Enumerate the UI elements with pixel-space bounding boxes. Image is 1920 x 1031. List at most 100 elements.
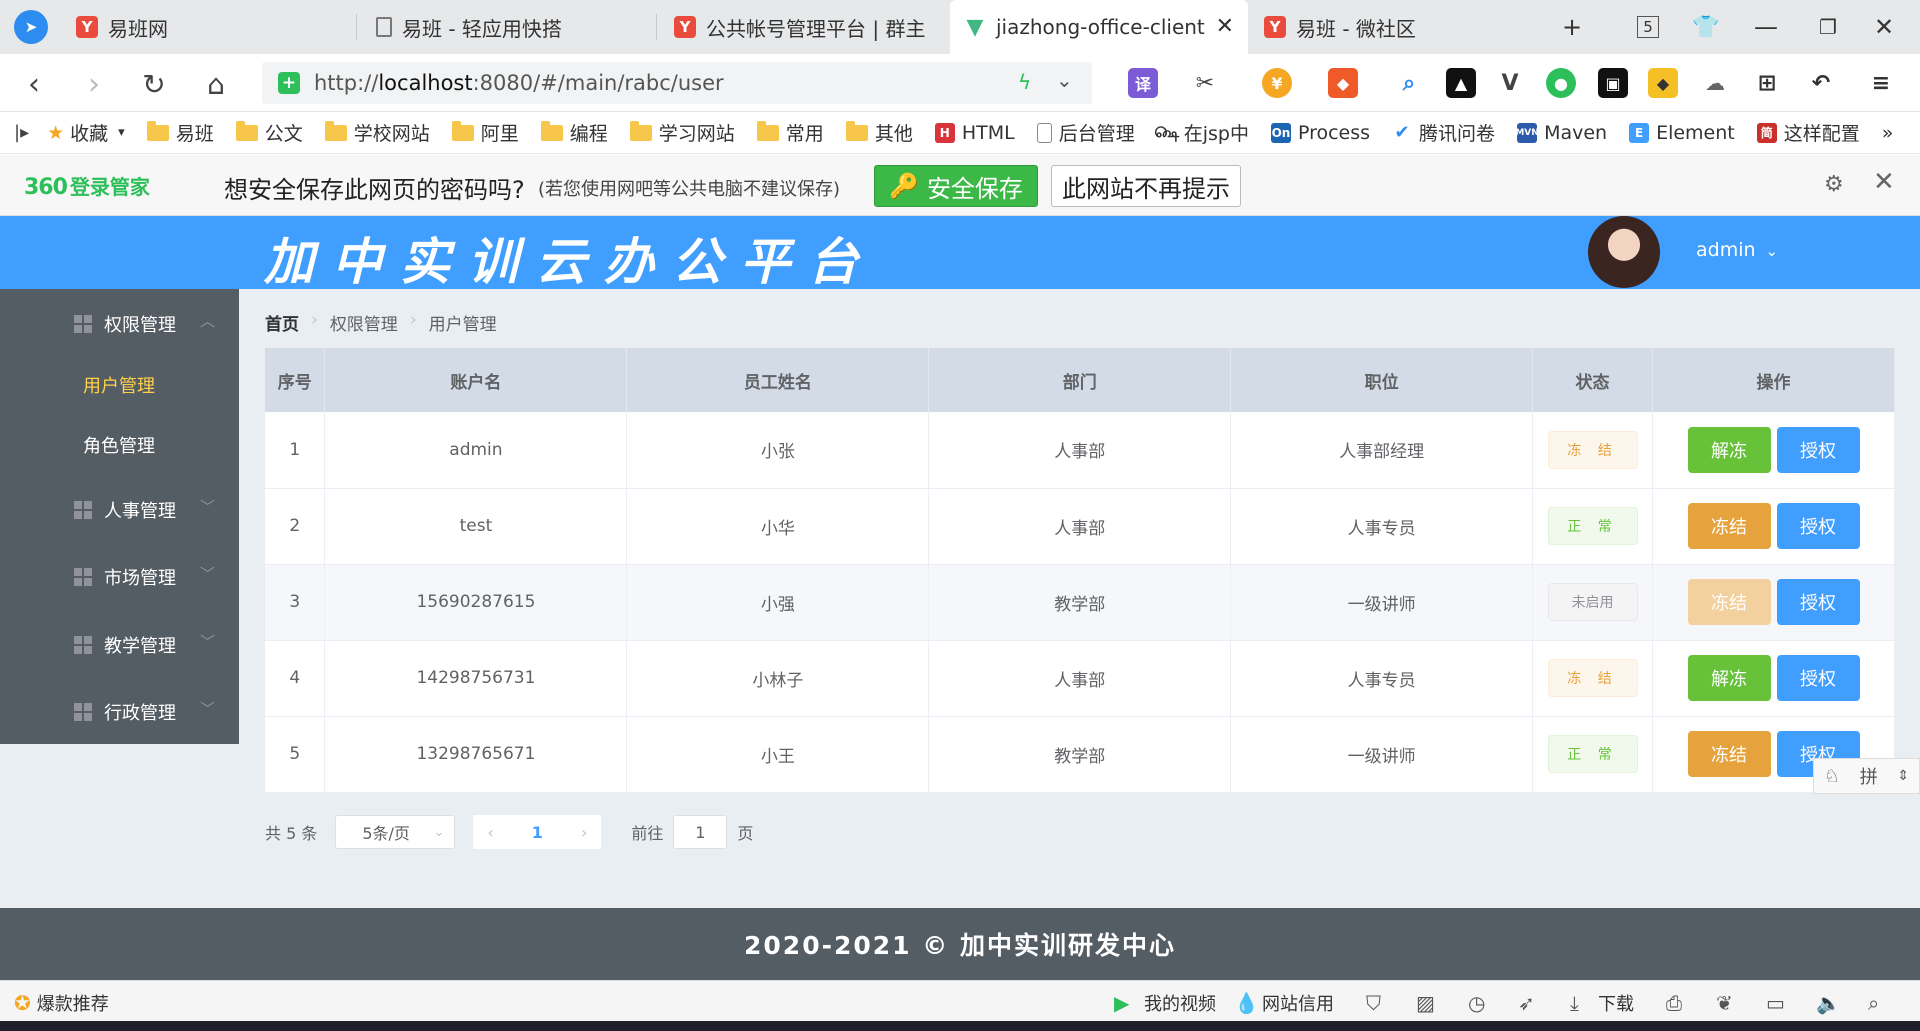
- tab-yiban[interactable]: Y 易班网: [62, 0, 354, 54]
- reload-icon[interactable]: ↻: [134, 64, 174, 104]
- app-title: 加中实训云办公平台: [264, 232, 876, 291]
- goto-page-input[interactable]: 1: [673, 815, 728, 849]
- game-icon[interactable]: ◆: [1328, 68, 1358, 98]
- grant-button[interactable]: 授权: [1776, 655, 1860, 701]
- site-credit-link[interactable]: 网站信用: [1262, 990, 1334, 1016]
- bookmark-folder[interactable]: 其他: [845, 119, 913, 146]
- new-tab-icon[interactable]: +: [1554, 10, 1590, 44]
- tab-count-button[interactable]: 5: [1630, 10, 1666, 44]
- green-app-icon[interactable]: ●: [1546, 68, 1576, 98]
- rocket-icon[interactable]: ➶: [1518, 991, 1535, 1015]
- sidebar-item-market[interactable]: 市场管理 ﹀: [0, 549, 239, 604]
- bookmark-folder[interactable]: 公文: [235, 119, 303, 146]
- shield-icon[interactable]: ⛉: [1366, 991, 1381, 1015]
- bilibili-icon[interactable]: ▣: [1598, 68, 1628, 98]
- magnifier-icon[interactable]: ⌕: [1394, 68, 1424, 98]
- page-number-current[interactable]: 1: [532, 823, 543, 842]
- window-close-icon[interactable]: ✕: [1866, 10, 1902, 44]
- dark-app-icon[interactable]: ▲: [1446, 68, 1476, 98]
- search-icon[interactable]: ⌕: [1868, 991, 1879, 1015]
- tab-yiban-light-app[interactable]: 易班 - 轻应用快搭: [362, 0, 654, 54]
- back-icon[interactable]: ‹: [14, 64, 54, 104]
- unfreeze-button[interactable]: 解冻: [1687, 426, 1771, 473]
- tab-close-icon[interactable]: ✕: [1216, 14, 1234, 39]
- sidebar-item-admin[interactable]: 行政管理 ﹀: [0, 684, 239, 739]
- restore-icon[interactable]: ❐: [1810, 10, 1846, 44]
- speed-icon[interactable]: ◷: [1468, 991, 1485, 1015]
- next-page-icon[interactable]: ›: [581, 823, 587, 842]
- bookmarks-more[interactable]: »: [1882, 122, 1894, 144]
- bookmark-folder[interactable]: 阿里: [451, 119, 519, 146]
- bookmark-link[interactable]: 简这样配置: [1756, 119, 1860, 146]
- bookmark-folder[interactable]: 学校网站: [324, 119, 430, 146]
- translate-icon[interactable]: 译: [1128, 68, 1158, 98]
- cell-actions: 冻结 授权: [1652, 488, 1895, 565]
- grant-button[interactable]: 授权: [1776, 426, 1860, 473]
- sidebar-item-permission[interactable]: 权限管理 ︿: [0, 296, 239, 351]
- cat-icon[interactable]: ◆: [1648, 68, 1678, 98]
- menu-icon[interactable]: ≡: [1866, 68, 1896, 98]
- safe-save-button[interactable]: 🔑 安全保存: [874, 165, 1038, 207]
- url-bar[interactable]: + http://localhost:8080/#/main/rabc/user…: [262, 62, 1092, 104]
- freeze-button[interactable]: 冻结: [1687, 731, 1771, 777]
- never-remind-button[interactable]: 此网站不再提示: [1051, 165, 1241, 207]
- bookmark-link[interactable]: MVN Maven: [1515, 122, 1607, 144]
- bookmark-folder[interactable]: 易班: [146, 119, 214, 146]
- bookmark-link[interactable]: 后台管理: [1036, 119, 1135, 146]
- home-icon[interactable]: ⌂: [196, 64, 236, 104]
- speaker-icon[interactable]: 🔈: [1816, 991, 1841, 1015]
- sidebar-toggle-icon[interactable]: |▸: [14, 122, 29, 143]
- prev-page-icon[interactable]: ‹: [487, 823, 493, 842]
- hot-recommend[interactable]: ✪ 爆款推荐: [14, 990, 109, 1016]
- forward-icon[interactable]: ›: [74, 64, 114, 104]
- freeze-button[interactable]: 冻结: [1687, 503, 1771, 549]
- bookmark-folder[interactable]: 编程: [540, 119, 608, 146]
- leaf-icon[interactable]: ❦: [1716, 991, 1733, 1015]
- undo-icon[interactable]: ↶: [1806, 68, 1836, 98]
- tab-yiban-community[interactable]: Y 易班 - 微社区: [1250, 0, 1540, 54]
- sidebar-item-teaching[interactable]: 教学管理 ﹀: [0, 617, 239, 672]
- bookmark-link[interactable]: On Process: [1270, 122, 1370, 144]
- url-text[interactable]: http://localhost:8080/#/main/rabc/user: [314, 71, 724, 95]
- tab-public-account[interactable]: Y 公共帐号管理平台 | 群主: [660, 0, 950, 54]
- gear-icon[interactable]: ⚙: [1824, 172, 1844, 197]
- sidebar-item-role-management[interactable]: 角色管理: [0, 415, 239, 475]
- user-dropdown[interactable]: admin ⌄: [1696, 239, 1778, 261]
- bookmark-link[interactable]: ௸ 在jsp中: [1154, 119, 1249, 146]
- grant-button[interactable]: 授权: [1776, 579, 1860, 625]
- image-icon[interactable]: ▨: [1416, 991, 1435, 1015]
- chevron-down-icon[interactable]: ⌄: [1056, 68, 1073, 92]
- close-icon[interactable]: ✕: [1873, 167, 1895, 197]
- skin-icon[interactable]: 👕: [1688, 10, 1724, 44]
- vuetools-icon[interactable]: V: [1495, 68, 1525, 98]
- tab-jiazhong-office[interactable]: ▼ jiazhong-office-client ✕: [950, 0, 1248, 54]
- coin-icon[interactable]: ¥: [1262, 68, 1292, 98]
- sidebar-item-hr[interactable]: 人事管理 ﹀: [0, 482, 239, 537]
- browser-nav-circle[interactable]: ➤: [0, 0, 62, 54]
- sidebar-item-user-management[interactable]: 用户管理: [0, 355, 239, 415]
- print-icon[interactable]: ⎙: [1666, 991, 1682, 1015]
- my-video-link[interactable]: 我的视频: [1144, 990, 1216, 1016]
- cloud-icon[interactable]: ☁: [1700, 68, 1730, 98]
- minimize-icon[interactable]: —: [1748, 10, 1784, 44]
- window-icon[interactable]: ▭: [1766, 991, 1785, 1015]
- cell-index: 5: [265, 716, 326, 793]
- bookmark-folder[interactable]: 常用: [756, 119, 824, 146]
- bookmark-favorites[interactable]: ★ 收藏 ▾: [47, 119, 125, 146]
- bookmark-link[interactable]: E Element: [1629, 122, 1735, 144]
- lightning-icon[interactable]: ϟ: [1018, 70, 1031, 94]
- grant-button[interactable]: 授权: [1776, 503, 1860, 549]
- unfreeze-button[interactable]: 解冻: [1687, 655, 1771, 701]
- breadcrumb-home[interactable]: 首页: [265, 310, 299, 335]
- cell-status: 正 常: [1532, 488, 1653, 565]
- grid-icon: [74, 635, 92, 654]
- bookmark-link[interactable]: ✔ 腾讯问卷: [1392, 119, 1496, 146]
- bookmark-folder[interactable]: 学习网站: [629, 119, 735, 146]
- scissors-icon[interactable]: ✂: [1190, 68, 1220, 98]
- bookmark-link[interactable]: H HTML: [934, 122, 1015, 144]
- ime-toolbar[interactable]: ♘ 拼 ⇕: [1813, 758, 1920, 794]
- download-link[interactable]: 下载: [1598, 990, 1634, 1016]
- avatar[interactable]: [1588, 216, 1660, 288]
- page-size-select[interactable]: 5条/页 ⌄: [335, 815, 456, 849]
- apps-grid-icon[interactable]: ⊞: [1752, 68, 1782, 98]
